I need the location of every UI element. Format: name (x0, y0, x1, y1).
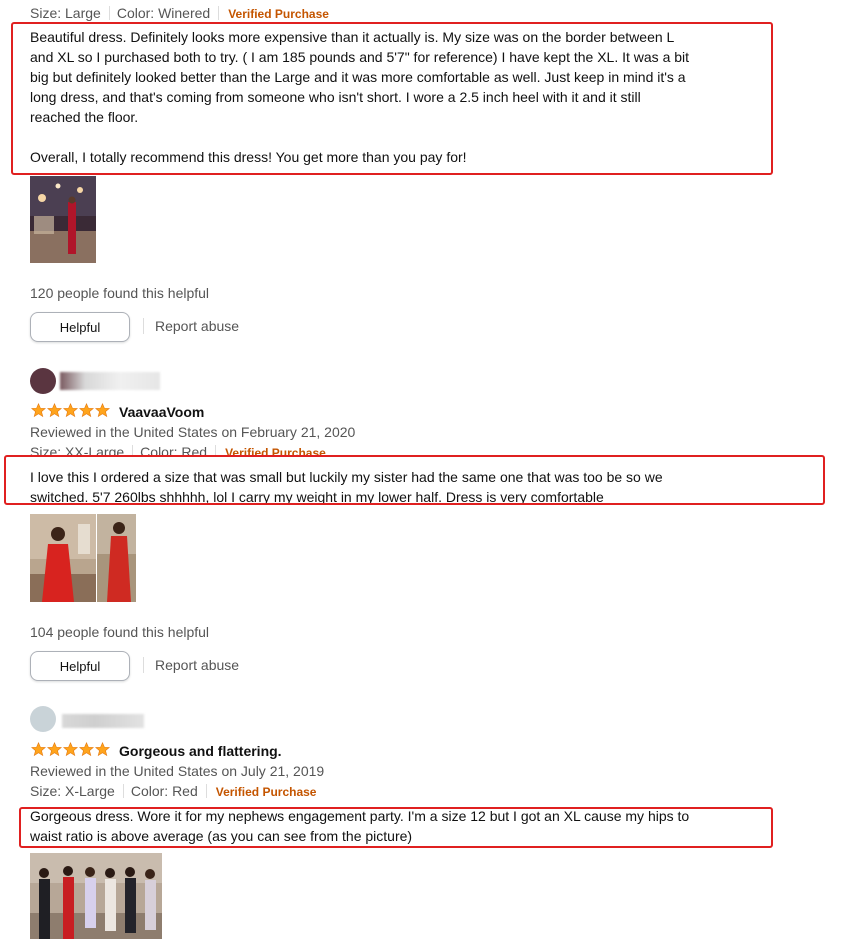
review3-highlight-box (19, 807, 773, 848)
star-icon (47, 403, 62, 418)
review3-profile[interactable] (30, 706, 145, 732)
review2-photo-2-image (97, 514, 136, 602)
avatar (30, 368, 56, 394)
star-icon (79, 403, 94, 418)
review2-helpful-button[interactable]: Helpful (30, 651, 130, 681)
review2-reviewed-date: Reviewed in the United States on Februar… (30, 424, 356, 440)
review1-photo-image (30, 176, 96, 263)
star-icon (47, 742, 62, 757)
star-icon (79, 742, 94, 757)
review2-report-abuse-link[interactable]: Report abuse (155, 657, 239, 673)
divider (205, 784, 207, 798)
review1-helpful-count: 120 people found this helpful (30, 285, 210, 301)
verified-purchase-badge: Verified Purchase (215, 785, 317, 799)
review2-photo-1-image (30, 514, 96, 602)
star-icon (63, 403, 78, 418)
divider (143, 318, 144, 334)
review3-name-blur (62, 714, 144, 728)
review2-photo-2[interactable] (97, 514, 136, 602)
star-icon (31, 403, 46, 418)
verified-purchase-badge: Verified Purchase (228, 7, 329, 21)
review1-photo[interactable] (30, 176, 96, 263)
review2-helpful-count: 104 people found this helpful (30, 624, 210, 640)
review2-photo-1[interactable] (30, 514, 96, 602)
divider (122, 784, 124, 798)
review2-star-rating[interactable] (31, 403, 110, 418)
review1-report-abuse-link[interactable]: Report abuse (155, 318, 239, 334)
divider (218, 6, 220, 20)
review2-name-blur (60, 372, 160, 390)
review3-title[interactable]: Gorgeous and flattering. (119, 743, 282, 759)
review2-profile[interactable] (30, 368, 160, 394)
review3-star-rating[interactable] (31, 742, 110, 757)
review3-size: Size: X-Large (30, 783, 115, 799)
divider (143, 657, 144, 673)
avatar (30, 706, 56, 732)
review1-meta: Size: Large Color: Winered Verified Purcha… (30, 5, 329, 21)
review3-photo-image (30, 853, 162, 939)
star-icon (95, 742, 110, 757)
star-icon (95, 403, 110, 418)
review3-color: Color: Red (130, 783, 198, 799)
review2-highlight-box (4, 455, 825, 505)
review1-helpful-button[interactable]: Helpful (30, 312, 130, 342)
review2-reviewer-name[interactable]: VaavaaVoom (119, 404, 204, 420)
star-icon (63, 742, 78, 757)
review1-size: Size: Large (30, 5, 101, 21)
review1-highlight-box (11, 22, 773, 175)
divider (108, 6, 110, 20)
review3-reviewed-date: Reviewed in the United States on July 21… (30, 763, 325, 779)
star-icon (31, 742, 46, 757)
review1-color: Color: Winered (116, 5, 211, 21)
review3-meta: Size: X-Large Color: Red Verified Purchase (30, 783, 316, 799)
review3-photo[interactable] (30, 853, 162, 939)
